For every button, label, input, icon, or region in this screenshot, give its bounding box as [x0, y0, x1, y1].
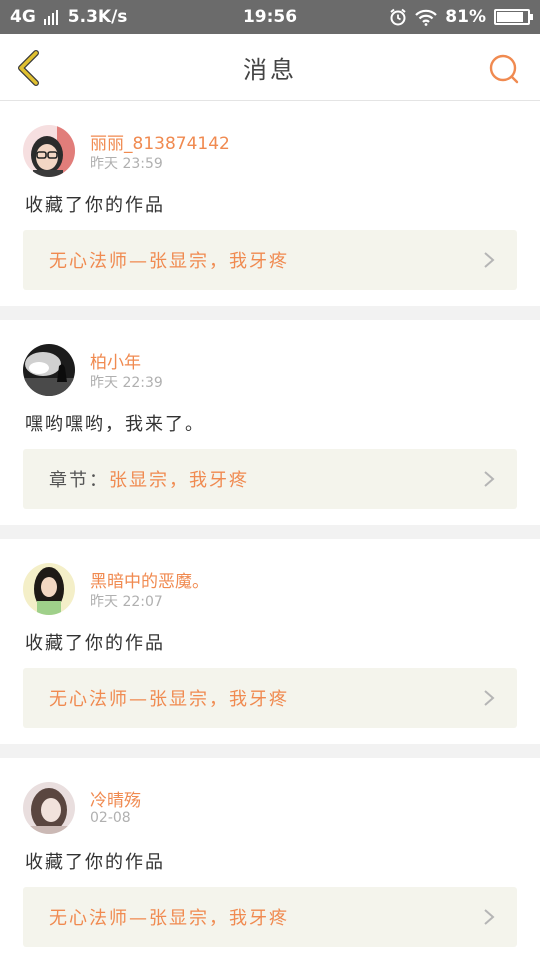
- work-link[interactable]: 无心法师—张显宗，我牙疼: [23, 230, 517, 290]
- message-text: 收藏了你的作品: [25, 195, 165, 216]
- avatar[interactable]: [23, 125, 75, 177]
- chevron-right-icon: [484, 252, 495, 268]
- user-name[interactable]: 黑暗中的恶魔。: [90, 567, 209, 592]
- message-card: 柏小年 昨天 22:39 嘿哟嘿哟，我来了。 章节： 张显宗，我牙疼: [0, 320, 540, 525]
- status-right: 81%: [389, 7, 533, 27]
- link-title: 无心法师—张显宗，我牙疼: [49, 689, 289, 710]
- message-time: 昨天 23:59: [90, 156, 163, 172]
- chapter-link[interactable]: 章节： 张显宗，我牙疼: [23, 449, 517, 509]
- message-time: 昨天 22:39: [90, 375, 163, 391]
- avatar-image: [23, 563, 75, 615]
- search-icon: [489, 54, 519, 84]
- chevron-right-icon: [484, 909, 495, 925]
- status-left: 4G 5.3K/s: [10, 7, 127, 27]
- network-type: 4G: [10, 7, 36, 27]
- message-text: 收藏了你的作品: [25, 852, 165, 873]
- link-title: 张显宗，我牙疼: [109, 470, 249, 491]
- chevron-right-icon: [484, 471, 495, 487]
- battery-icon: [494, 9, 533, 25]
- message-list: 丽丽_813874142 昨天 23:59 收藏了你的作品 无心法师—张显宗，我…: [0, 101, 540, 960]
- avatar[interactable]: [23, 344, 75, 396]
- battery-fill: [497, 12, 523, 22]
- chevron-left-icon: [18, 50, 39, 86]
- alarm-icon: [390, 8, 406, 26]
- avatar-image: [23, 782, 75, 834]
- message-text: 嘿哟嘿哟，我来了。: [25, 414, 205, 435]
- message-time: 02-08: [90, 810, 131, 826]
- avatar-image: [23, 344, 75, 396]
- avatar[interactable]: [23, 563, 75, 615]
- work-link[interactable]: 无心法师—张显宗，我牙疼: [23, 668, 517, 728]
- chevron-right-icon: [484, 690, 495, 706]
- link-title: 无心法师—张显宗，我牙疼: [49, 908, 289, 929]
- avatar[interactable]: [23, 782, 75, 834]
- page-title: 消息: [243, 55, 297, 84]
- message-card: 冷晴殇 02-08 收藏了你的作品 无心法师—张显宗，我牙疼: [0, 758, 540, 960]
- message-time: 昨天 22:07: [90, 594, 163, 610]
- work-link[interactable]: 无心法师—张显宗，我牙疼: [23, 887, 517, 947]
- message-card: 黑暗中的恶魔。 昨天 22:07 收藏了你的作品 无心法师—张显宗，我牙疼: [0, 539, 540, 744]
- status-bar: 4G 5.3K/s 19:56 81%: [0, 0, 540, 34]
- signal-icon: [43, 9, 58, 25]
- message-card: 丽丽_813874142 昨天 23:59 收藏了你的作品 无心法师—张显宗，我…: [0, 101, 540, 306]
- user-name[interactable]: 丽丽_813874142: [90, 129, 230, 154]
- link-title: 无心法师—张显宗，我牙疼: [49, 251, 289, 272]
- link-prefix: 章节：: [49, 470, 109, 491]
- wifi-icon: [415, 9, 438, 26]
- avatar-image: [23, 125, 75, 177]
- search-button[interactable]: [488, 53, 520, 85]
- network-speed: 5.3K/s: [67, 7, 128, 27]
- message-text: 收藏了你的作品: [25, 633, 165, 654]
- battery-percent: 81%: [445, 7, 486, 27]
- back-button[interactable]: [14, 49, 44, 87]
- nav-bar: 消息: [0, 34, 540, 101]
- user-name[interactable]: 冷晴殇: [90, 786, 141, 811]
- user-name[interactable]: 柏小年: [90, 348, 141, 373]
